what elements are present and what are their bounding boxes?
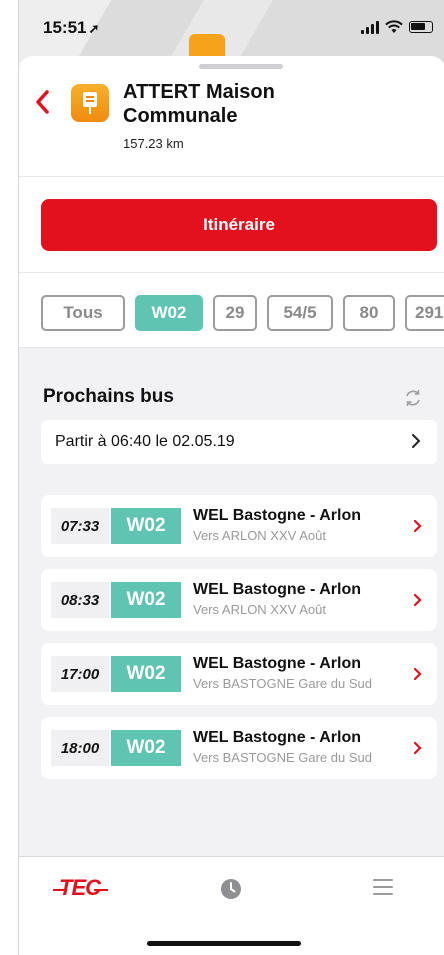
route-section: Itinéraire	[19, 176, 444, 272]
bus-stop-icon	[71, 84, 109, 122]
departure-time-selector[interactable]: Partir à 06:40 le 02.05.19	[41, 420, 437, 464]
bus-row[interactable]: 07:33 W02 WEL Bastogne - Arlon Vers ARLO…	[41, 495, 437, 557]
bus-route-name: WEL Bastogne - Arlon	[193, 655, 361, 672]
chevron-right-icon	[413, 667, 422, 681]
chevron-right-icon	[413, 593, 422, 607]
status-bar: 15:51 ➚	[19, 0, 444, 62]
filter-chip-w02[interactable]: W02	[135, 295, 203, 331]
line-filter-bar: Tous W02 29 54/5 80 291	[19, 272, 444, 348]
tec-logo-tab[interactable]: TEC	[53, 875, 108, 901]
bus-direction: Vers ARLON XXV Août	[193, 528, 326, 543]
filter-chip-80[interactable]: 80	[343, 295, 395, 331]
stop-name: ATTERT Maison Communale	[123, 81, 275, 127]
chevron-right-icon	[413, 519, 422, 533]
refresh-icon[interactable]	[403, 388, 423, 408]
home-indicator	[147, 941, 301, 946]
menu-icon[interactable]	[373, 879, 393, 895]
app-frame: 15:51 ➚ ATTERT Maison Communale 157.23 k…	[18, 0, 444, 955]
bus-direction: Vers BASTOGNE Gare du Sud	[193, 676, 372, 691]
bus-route-name: WEL Bastogne - Arlon	[193, 581, 361, 598]
status-icons	[361, 20, 433, 34]
filter-chip-54-5[interactable]: 54/5	[267, 295, 333, 331]
bus-line-badge: W02	[111, 656, 181, 692]
bus-route-name: WEL Bastogne - Arlon	[193, 507, 361, 524]
stop-header: ATTERT Maison Communale 157.23 km	[19, 56, 444, 176]
bus-row[interactable]: 08:33 W02 WEL Bastogne - Arlon Vers ARLO…	[41, 569, 437, 631]
bus-direction: Vers ARLON XXV Août	[193, 602, 326, 617]
clock-icon[interactable]	[219, 877, 243, 901]
itinerary-button[interactable]: Itinéraire	[41, 199, 437, 251]
filter-chip-all[interactable]: Tous	[41, 295, 125, 331]
status-time-text: 15:51	[43, 18, 87, 37]
stop-sheet: ATTERT Maison Communale 157.23 km Itinér…	[19, 56, 444, 856]
stop-distance: 157.23 km	[123, 136, 184, 151]
back-chevron-icon[interactable]	[33, 88, 53, 116]
bus-row[interactable]: 17:00 W02 WEL Bastogne - Arlon Vers BAST…	[41, 643, 437, 705]
bus-departure-time: 17:00	[51, 656, 109, 692]
bus-line-badge: W02	[111, 582, 181, 618]
chevron-right-icon	[412, 434, 421, 448]
departure-time-label: Partir à 06:40 le 02.05.19	[55, 433, 235, 450]
wifi-icon	[385, 20, 403, 33]
bus-departure-time: 18:00	[51, 730, 109, 766]
bus-line-badge: W02	[111, 508, 181, 544]
bus-direction: Vers BASTOGNE Gare du Sud	[193, 750, 372, 765]
filter-chip-29[interactable]: 29	[213, 295, 257, 331]
bus-route-name: WEL Bastogne - Arlon	[193, 729, 361, 746]
next-bus-title: Prochains bus	[43, 386, 174, 407]
battery-icon	[409, 21, 433, 33]
status-time: 15:51 ➚	[43, 18, 99, 38]
chevron-right-icon	[413, 741, 422, 755]
filter-chip-291[interactable]: 291	[405, 295, 444, 331]
bus-departure-time: 08:33	[51, 582, 109, 618]
sheet-drag-handle[interactable]	[199, 64, 283, 69]
bus-departure-time: 07:33	[51, 508, 109, 544]
signal-icon	[361, 20, 379, 34]
location-arrow-icon: ➚	[88, 21, 100, 36]
bus-line-badge: W02	[111, 730, 181, 766]
bus-row[interactable]: 18:00 W02 WEL Bastogne - Arlon Vers BAST…	[41, 717, 437, 779]
